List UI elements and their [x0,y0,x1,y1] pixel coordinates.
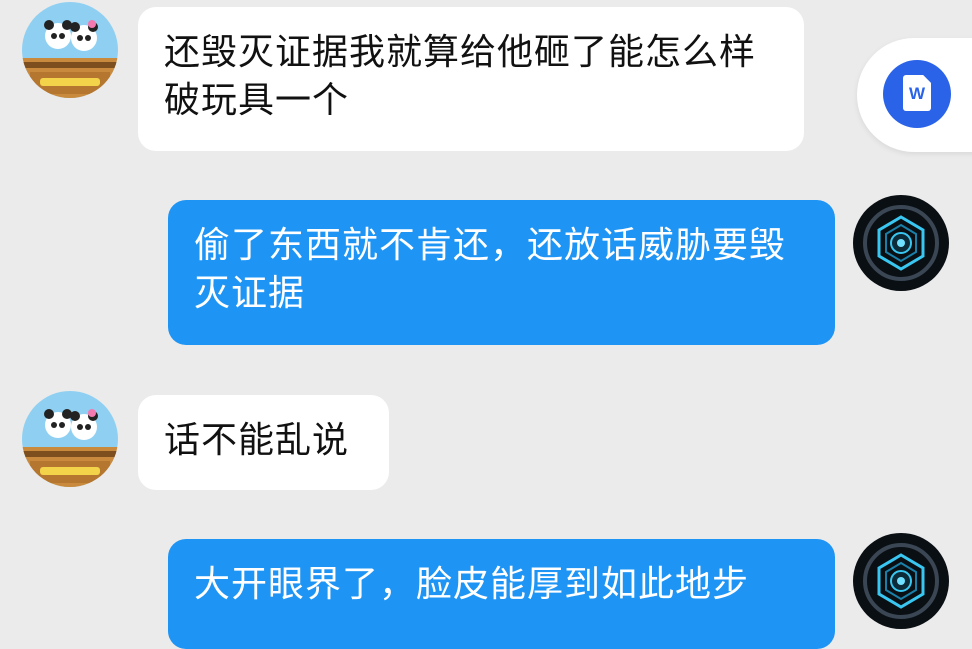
contact-avatar[interactable] [22,2,118,98]
message-bubble-outgoing[interactable]: 大开眼界了，脸皮能厚到如此地步 [168,539,835,649]
message-bubble-incoming[interactable]: 还毁灭证据我就算给他砸了能怎么样破玩具一个 [138,7,804,151]
floating-document-button[interactable]: W [857,38,972,152]
word-letter: W [908,84,926,103]
self-avatar[interactable] [853,195,949,291]
contact-avatar[interactable] [22,391,118,487]
self-avatar[interactable] [853,533,949,629]
message-bubble-outgoing[interactable]: 偷了东西就不肯还，还放话威胁要毁灭证据 [168,200,835,345]
message-bubble-incoming[interactable]: 话不能乱说 [138,395,389,490]
word-document-icon: W [883,60,951,128]
